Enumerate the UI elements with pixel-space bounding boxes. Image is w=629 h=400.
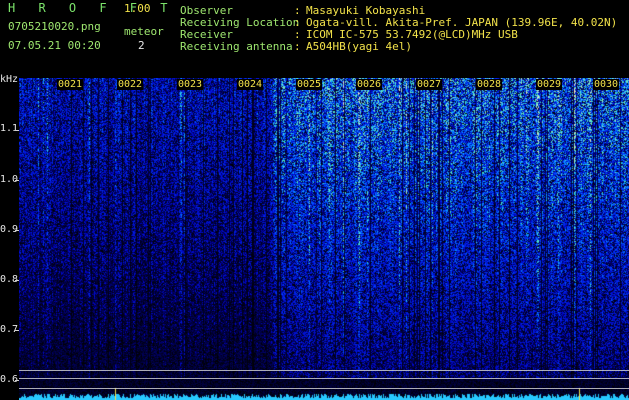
minute-mark: 0024 <box>237 79 264 90</box>
minute-mark: 0028 <box>476 79 503 90</box>
minute-mark: 0027 <box>416 79 443 90</box>
info-value-antenna: A504HB(yagi 4el) <box>306 40 412 53</box>
minute-mark: 0030 <box>593 79 620 90</box>
minute-mark: 0026 <box>356 79 383 90</box>
baseline-marker <box>19 388 629 389</box>
y-tick-label: 1.1 <box>0 123 19 134</box>
info-key-antenna: Receiving antenna <box>180 40 293 53</box>
meteor-label: meteor <box>124 25 164 38</box>
y-tick <box>15 330 19 331</box>
y-tick <box>15 230 19 231</box>
minute-mark: 0022 <box>117 79 144 90</box>
file-datetime: 07.05.21 00:20 <box>8 39 101 52</box>
app-version: 1.00 <box>124 2 151 15</box>
baseline-marker <box>19 378 629 379</box>
info-colon: : <box>294 40 301 53</box>
minute-mark: 0025 <box>296 79 323 90</box>
y-tick <box>15 380 19 381</box>
y-tick <box>15 130 19 131</box>
y-axis-unit: kHz <box>0 74 19 85</box>
spectrogram <box>19 78 629 400</box>
minute-mark: 0021 <box>57 79 84 90</box>
meteor-count: 2 <box>138 39 145 52</box>
header-panel: H R O F F T 1.00 0705210020.png 07.05.21… <box>0 0 629 76</box>
baseline-marker <box>19 370 629 371</box>
file-name: 0705210020.png <box>8 20 101 33</box>
y-tick <box>15 180 19 181</box>
y-tick <box>15 280 19 281</box>
minute-mark: 0023 <box>177 79 204 90</box>
minute-mark: 0029 <box>536 79 563 90</box>
